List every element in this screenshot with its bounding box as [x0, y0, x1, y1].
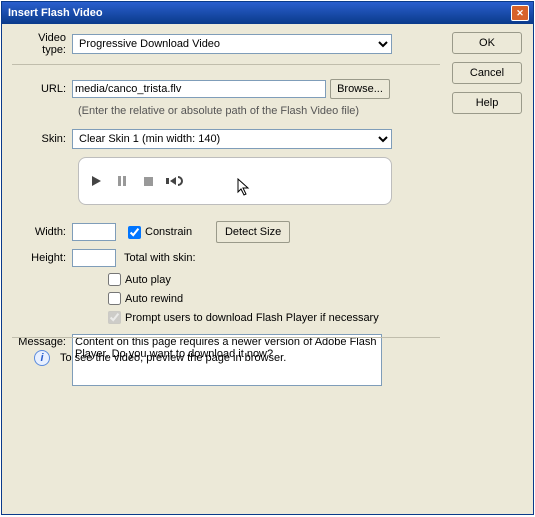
- url-label: URL:: [12, 83, 72, 95]
- total-skin-label: Total with skin:: [124, 252, 196, 264]
- cursor-icon: [237, 178, 251, 198]
- autorewind-checkbox[interactable]: [108, 292, 121, 305]
- autorewind-label: Auto rewind: [125, 293, 183, 305]
- prompt-row[interactable]: Prompt users to download Flash Player if…: [108, 311, 440, 324]
- volume-icon[interactable]: [167, 174, 181, 188]
- main-panel: Video type: Progressive Download Video U…: [12, 32, 440, 386]
- url-row: URL: Browse...: [12, 79, 440, 99]
- info-icon: i: [34, 350, 50, 366]
- url-input[interactable]: [72, 80, 326, 98]
- prompt-checkbox[interactable]: [108, 311, 121, 324]
- autoplay-checkbox[interactable]: [108, 273, 121, 286]
- titlebar: Insert Flash Video ✕: [2, 2, 533, 24]
- height-label: Height:: [12, 252, 72, 264]
- dialog-window: Insert Flash Video ✕ Video type: Progres…: [1, 1, 534, 515]
- skin-label: Skin:: [12, 133, 72, 145]
- constrain-wrap[interactable]: Constrain: [128, 226, 192, 239]
- window-title: Insert Flash Video: [8, 7, 103, 19]
- width-input[interactable]: [72, 223, 116, 241]
- autorewind-row[interactable]: Auto rewind: [108, 292, 440, 305]
- video-type-row: Video type: Progressive Download Video: [12, 32, 440, 56]
- prompt-label: Prompt users to download Flash Player if…: [125, 312, 379, 324]
- browse-button[interactable]: Browse...: [330, 79, 390, 99]
- autoplay-label: Auto play: [125, 274, 171, 286]
- info-row: i To see the video, preview the page in …: [12, 337, 440, 366]
- close-icon[interactable]: ✕: [511, 5, 529, 21]
- constrain-checkbox[interactable]: [128, 226, 141, 239]
- cancel-button[interactable]: Cancel: [452, 62, 522, 84]
- constrain-label: Constrain: [145, 226, 192, 238]
- side-buttons: OK Cancel Help: [452, 32, 522, 122]
- url-hint: (Enter the relative or absolute path of …: [78, 105, 440, 117]
- separator: [12, 64, 440, 65]
- width-label: Width:: [12, 226, 72, 238]
- video-type-select[interactable]: Progressive Download Video: [72, 34, 392, 54]
- height-input[interactable]: [72, 249, 116, 267]
- autoplay-row[interactable]: Auto play: [108, 273, 440, 286]
- help-button[interactable]: Help: [452, 92, 522, 114]
- detect-size-button[interactable]: Detect Size: [216, 221, 290, 243]
- pause-icon[interactable]: [115, 174, 129, 188]
- info-text: To see the video, preview the page in br…: [60, 352, 286, 364]
- skin-select[interactable]: Clear Skin 1 (min width: 140): [72, 129, 392, 149]
- ok-button[interactable]: OK: [452, 32, 522, 54]
- stop-icon[interactable]: [141, 174, 155, 188]
- height-row: Height: Total with skin:: [12, 249, 440, 267]
- skin-row: Skin: Clear Skin 1 (min width: 140): [12, 129, 440, 149]
- play-icon[interactable]: [89, 174, 103, 188]
- width-row: Width: Constrain Detect Size: [12, 221, 440, 243]
- skin-preview: [78, 157, 392, 205]
- content-area: Video type: Progressive Download Video U…: [12, 32, 522, 508]
- video-type-label: Video type:: [12, 32, 72, 56]
